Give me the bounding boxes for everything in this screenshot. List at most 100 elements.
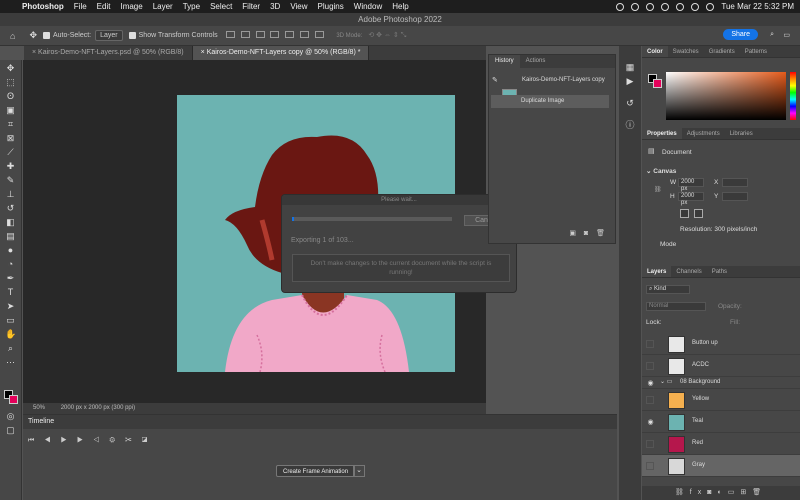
menu-3d[interactable]: 3D	[270, 2, 280, 11]
frame-tool-icon[interactable]: ⊠	[5, 134, 16, 143]
path-select-icon[interactable]: ➤	[5, 302, 16, 311]
chevron-down-icon[interactable]: ⌄	[353, 465, 365, 477]
menu-select[interactable]: Select	[210, 2, 232, 11]
new-document-icon[interactable]: ▣	[569, 230, 576, 237]
history-panel-icon[interactable]: ▦	[625, 62, 635, 72]
group-icon[interactable]: ▭	[728, 489, 741, 496]
cloud-icon[interactable]	[661, 2, 670, 11]
align-middle-icon[interactable]	[285, 31, 295, 38]
layer-row[interactable]: Red	[642, 433, 800, 455]
camera-icon[interactable]: ◙	[584, 230, 588, 237]
search-icon[interactable]	[691, 2, 700, 11]
menu-type[interactable]: Type	[183, 2, 200, 11]
portrait-orientation-icon[interactable]	[680, 209, 689, 218]
eraser-icon[interactable]: ◧	[5, 218, 16, 227]
tab-layers[interactable]: Layers	[642, 266, 672, 277]
layer-group-row[interactable]: ◉ ⌄ ▭ 08 Background	[642, 377, 800, 389]
history-icon[interactable]: ↺	[625, 98, 635, 108]
tab-copy[interactable]: × Kairos-Demo-NFT-Layers copy @ 50% (RGB…	[192, 46, 370, 60]
brush-tool-icon[interactable]: ✎	[5, 176, 16, 185]
visibility-toggle[interactable]	[646, 340, 654, 348]
share-button[interactable]: Share	[723, 29, 758, 40]
transform-controls-checkbox[interactable]	[128, 32, 136, 39]
layer-row[interactable]: Button up	[642, 333, 800, 355]
type-tool-icon[interactable]: T	[5, 288, 16, 297]
lasso-tool-icon[interactable]: ʘ	[5, 92, 16, 101]
background-color[interactable]	[9, 395, 18, 404]
tab-original[interactable]: × Kairos-Demo-NFT-Layers.psd @ 50% (RGB/…	[24, 46, 193, 60]
healing-brush-icon[interactable]: ✚	[5, 162, 16, 171]
menu-file[interactable]: File	[74, 2, 87, 11]
blend-mode-dropdown[interactable]: Normal	[646, 302, 706, 311]
background-swatch[interactable]	[653, 79, 662, 88]
align-left-icon[interactable]	[225, 31, 235, 38]
hue-slider[interactable]	[790, 72, 796, 120]
rectangle-tool-icon[interactable]: ▭	[5, 316, 16, 325]
info-icon[interactable]: ⓘ	[625, 120, 635, 130]
adjustment-icon[interactable]: ◐	[717, 489, 727, 496]
tab-actions[interactable]: Actions	[520, 55, 552, 68]
menu-filter[interactable]: Filter	[242, 2, 260, 11]
status-icon[interactable]	[631, 2, 640, 11]
align-bottom-icon[interactable]	[300, 31, 310, 38]
visibility-toggle[interactable]	[646, 462, 654, 470]
y-field[interactable]	[722, 192, 748, 201]
eye-icon[interactable]: ◉	[646, 418, 655, 426]
screen-mode-icon[interactable]: ▢	[5, 426, 16, 435]
split-icon[interactable]: ✂	[125, 437, 142, 444]
history-snapshot-row[interactable]: ✎ Kairos-Demo-NFT-Layers copy	[489, 71, 615, 104]
eyedropper-icon[interactable]: ⟋	[5, 148, 16, 157]
tab-swatches[interactable]: Swatches	[668, 46, 704, 57]
trash-icon[interactable]: 🗑	[596, 230, 605, 237]
home-icon[interactable]: ⌂	[10, 31, 15, 41]
layer-row[interactable]: ◉ Teal	[642, 411, 800, 433]
width-field[interactable]: 2000 px	[678, 178, 704, 192]
menu-help[interactable]: Help	[392, 2, 408, 11]
history-item[interactable]: Duplicate Image	[491, 95, 609, 108]
clock[interactable]: Tue Mar 22 5:32 PM	[721, 2, 794, 11]
layer-filter-dropdown[interactable]: ⌕ Kind	[646, 285, 690, 294]
link-icon[interactable]: ⛓	[654, 186, 662, 193]
history-brush-icon[interactable]: ↺	[5, 204, 16, 213]
link-layers-icon[interactable]: ⛓	[675, 489, 690, 496]
tab-patterns[interactable]: Patterns	[740, 46, 772, 57]
new-layer-icon[interactable]: ⊞	[740, 489, 752, 496]
distribute-icon[interactable]	[315, 31, 325, 38]
menu-plugins[interactable]: Plugins	[318, 2, 344, 11]
github-icon[interactable]	[646, 2, 655, 11]
tab-gradients[interactable]: Gradients	[704, 46, 740, 57]
tab-properties[interactable]: Properties	[642, 128, 682, 139]
tab-paths[interactable]: Paths	[707, 266, 732, 277]
gradient-tool-icon[interactable]: ▤	[5, 232, 16, 241]
hand-tool-icon[interactable]: ✋	[5, 330, 16, 339]
quick-mask-icon[interactable]: ◎	[5, 412, 16, 421]
prev-frame-icon[interactable]: ◀	[44, 437, 60, 444]
dodge-tool-icon[interactable]: ◔	[5, 260, 16, 269]
mask-icon[interactable]: ◙	[707, 489, 717, 496]
tab-libraries[interactable]: Libraries	[725, 128, 758, 139]
layer-row[interactable]: ACDC	[642, 355, 800, 377]
record-icon[interactable]	[616, 2, 625, 11]
visibility-toggle[interactable]	[646, 396, 654, 404]
tab-history[interactable]: History	[489, 55, 520, 68]
play-actions-icon[interactable]: ▶	[625, 76, 635, 86]
transition-icon[interactable]: ◪	[142, 437, 158, 444]
move-tool-icon[interactable]: ✥	[29, 30, 37, 41]
pen-tool-icon[interactable]: ✒	[5, 274, 16, 283]
audio-icon[interactable]: ◁	[93, 437, 109, 444]
first-frame-icon[interactable]: ⏮	[28, 437, 44, 444]
visibility-toggle[interactable]	[646, 362, 654, 370]
clone-stamp-icon[interactable]: ⊥	[5, 190, 16, 199]
crop-tool-icon[interactable]: ⌗	[5, 120, 16, 129]
settings-icon[interactable]: ⚙	[109, 437, 125, 444]
menu-window[interactable]: Window	[354, 2, 382, 11]
create-frame-animation-button[interactable]: Create Frame Animation	[276, 465, 356, 477]
height-field[interactable]: 2000 px	[678, 192, 704, 206]
app-menu[interactable]: Photoshop	[22, 2, 64, 11]
blur-tool-icon[interactable]: ●	[5, 246, 16, 255]
auto-select-dropdown[interactable]: Layer	[95, 30, 123, 41]
layer-row-selected[interactable]: Gray	[642, 455, 800, 477]
align-top-icon[interactable]	[270, 31, 280, 38]
folder-icon[interactable]: ⌄ ▭	[660, 378, 672, 385]
menu-edit[interactable]: Edit	[97, 2, 111, 11]
